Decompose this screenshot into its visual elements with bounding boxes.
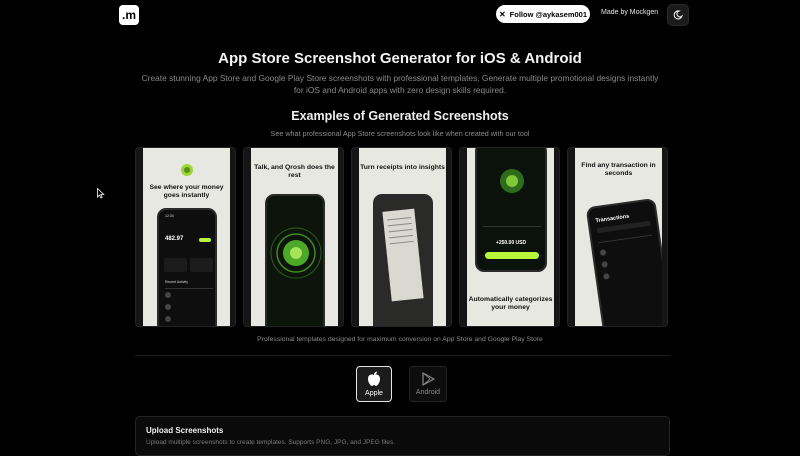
example-card-2[interactable]: Talk, and Qrosh does the rest — [243, 147, 344, 327]
card-2-screen: Talk, and Qrosh does the rest — [251, 148, 338, 326]
card-4-caption: Automatically categorizes your money — [468, 296, 553, 311]
amount-value: +250.00 USD — [495, 240, 527, 246]
example-card-1[interactable]: See where your money goes instantly 12:3… — [135, 147, 236, 327]
card-1-phone: 12:34 482.97 Recent Activity — [157, 208, 217, 326]
example-card-3[interactable]: Turn receipts into insights — [351, 147, 452, 327]
platform-apple-label: Apple — [365, 390, 383, 397]
card-3-phone — [373, 194, 433, 326]
balance-value: 482.97 — [165, 236, 184, 242]
top-bar: .m ✕ Follow @aykasem001 Made by Mockgen — [0, 0, 800, 30]
card-2-phone — [265, 194, 325, 326]
moon-icon — [673, 10, 683, 20]
follow-label: Follow @aykasem001 — [509, 9, 588, 19]
follow-button[interactable]: ✕ Follow @aykasem001 — [496, 5, 590, 23]
receipt-graphic — [382, 208, 424, 302]
card-3-caption: Turn receipts into insights — [360, 164, 445, 171]
voice-wave-graphic — [270, 227, 322, 279]
card-2-caption: Talk, and Qrosh does the rest — [254, 164, 335, 179]
examples-footnote: Professional templates designed for maxi… — [257, 336, 543, 343]
examples-title: Examples of Generated Screenshots — [291, 109, 509, 123]
apple-icon — [368, 371, 380, 386]
page-subtitle: Create stunning App Store and Google Pla… — [141, 73, 659, 95]
category-graphic — [500, 169, 524, 193]
examples-subtitle: See what professional App Store screensh… — [270, 129, 530, 138]
x-icon: ✕ — [498, 9, 506, 19]
card-1-caption: See where your money goes instantly — [149, 184, 224, 199]
upload-panel[interactable]: Upload Screenshots Upload multiple scree… — [135, 416, 670, 456]
mouse-cursor-icon — [97, 188, 105, 199]
card-5-caption: Find any transaction in seconds — [581, 162, 656, 177]
card-4-phone: +250.00 USD — [475, 148, 547, 272]
example-card-5[interactable]: Find any transaction in seconds Transact… — [567, 147, 668, 327]
card-1-screen: See where your money goes instantly 12:3… — [143, 148, 230, 326]
example-card-4[interactable]: +250.00 USD Automatically categorizes yo… — [459, 147, 560, 327]
section-divider — [135, 355, 670, 356]
page-title: App Store Screenshot Generator for iOS &… — [218, 50, 582, 67]
recent-activity-label: Recent Activity — [165, 280, 188, 284]
play-store-icon — [421, 372, 435, 386]
platform-apple-button[interactable]: Apple — [356, 366, 392, 402]
examples-gallery: See where your money goes instantly 12:3… — [135, 147, 670, 327]
platform-android-button[interactable]: Android — [409, 366, 447, 402]
upload-title: Upload Screenshots — [146, 426, 224, 435]
upload-subtitle: Upload multiple screenshots to create te… — [146, 439, 395, 446]
transactions-title: Transactions — [595, 213, 630, 225]
leaf-logo-icon — [181, 164, 193, 176]
card-3-screen: Turn receipts into insights — [359, 148, 446, 326]
card-5-screen: Find any transaction in seconds Transact… — [575, 148, 662, 326]
made-by-link[interactable]: Made by Mockgen — [601, 9, 658, 16]
platform-android-label: Android — [415, 389, 441, 396]
logo[interactable]: .m — [119, 5, 139, 25]
card-4-screen: +250.00 USD Automatically categorizes yo… — [467, 148, 554, 326]
theme-toggle-button[interactable] — [667, 4, 689, 26]
card-5-phone: Transactions — [585, 197, 662, 326]
